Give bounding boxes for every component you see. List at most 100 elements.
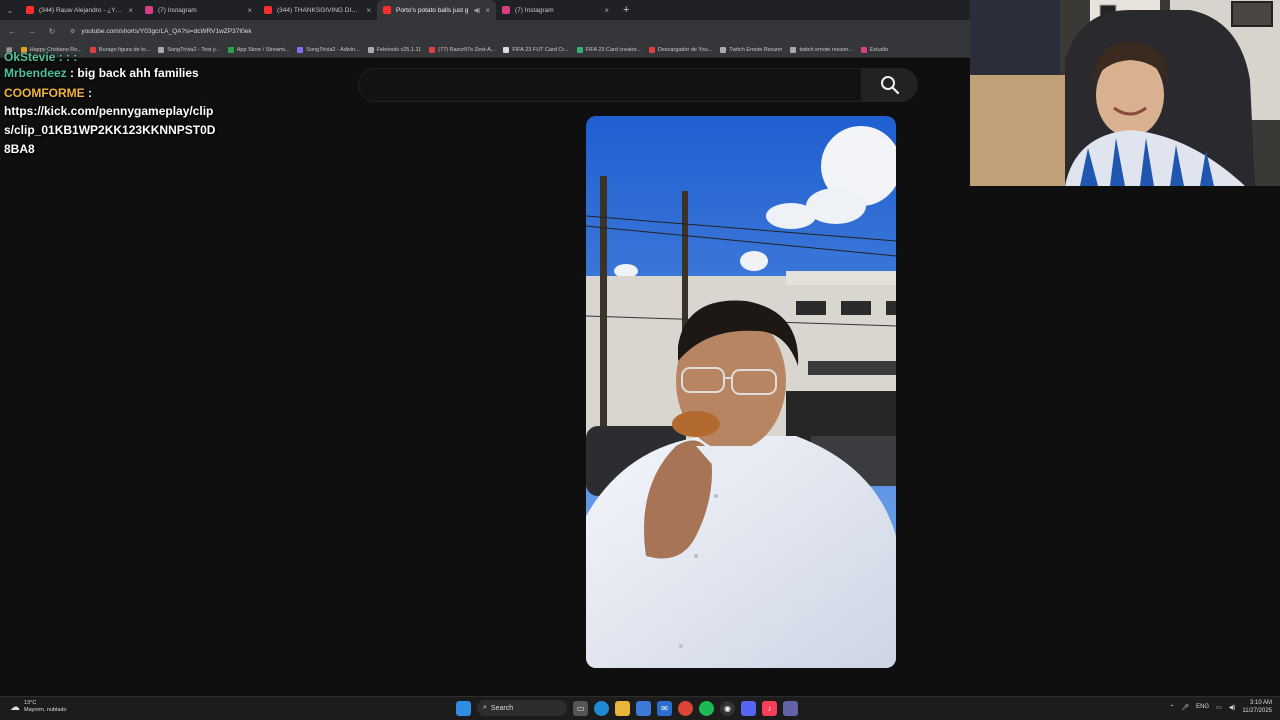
bookmark-favicon-icon bbox=[227, 46, 234, 53]
bookmark-label: Twitch Emote Resizer bbox=[729, 46, 783, 53]
close-tab-icon[interactable]: × bbox=[366, 6, 371, 15]
close-tab-icon[interactable]: × bbox=[485, 6, 490, 15]
language-indicator[interactable]: ENG bbox=[1196, 704, 1209, 710]
chat-username: Mrbendeez bbox=[4, 66, 67, 80]
bookmark-favicon-icon bbox=[297, 46, 304, 53]
browser-tab[interactable]: (7) Instagram × bbox=[139, 0, 258, 20]
bookmark[interactable]: Twitch Emote Resizer bbox=[720, 46, 783, 53]
bookmark[interactable]: App Store / Streami... bbox=[227, 46, 290, 53]
bookmark[interactable]: twitch emote resizer... bbox=[790, 46, 853, 53]
webcam-image bbox=[970, 0, 1280, 186]
tab-title: (7) Instagram bbox=[158, 6, 197, 14]
chat-text: https://kick.com/pennygameplay/clips/cli… bbox=[4, 104, 216, 156]
discord-icon[interactable] bbox=[741, 700, 756, 716]
weather-temp: 13°C bbox=[24, 700, 37, 706]
browser-tab[interactable]: (7) Instagram × bbox=[496, 0, 615, 20]
clock-date: 11/27/2025 bbox=[1242, 708, 1272, 714]
clock[interactable]: 3:10 AM 11/27/2025 bbox=[1242, 699, 1272, 715]
chat-overlay: OkStevie : : : Mrbendeez : big back ahh … bbox=[4, 52, 219, 159]
music-icon[interactable]: ♪ bbox=[762, 700, 777, 716]
microphone-icon[interactable]: 🎤︎ bbox=[1181, 704, 1189, 711]
bookmark[interactable]: FIFA 23 Card creator... bbox=[576, 46, 641, 53]
youtube-favicon-icon bbox=[264, 6, 272, 14]
close-tab-icon[interactable]: × bbox=[604, 6, 609, 15]
browser-tab-active[interactable]: Porto's potato balls just g ◀) × bbox=[377, 0, 496, 20]
spotify-icon[interactable] bbox=[699, 700, 714, 716]
back-icon[interactable]: ← bbox=[6, 27, 18, 36]
bookmark-label: Estudio bbox=[869, 46, 889, 53]
system-tray: ⌃ 🎤︎ ENG ▭ ◀) 3:10 AM 11/27/2025 bbox=[1169, 699, 1272, 715]
forward-icon[interactable]: → bbox=[26, 27, 38, 36]
taskbar-search[interactable]: ⌕ Search bbox=[477, 700, 567, 716]
bookmark[interactable]: Estudio bbox=[860, 46, 889, 53]
close-tab-icon[interactable]: × bbox=[128, 6, 133, 15]
clock-time: 3:10 AM bbox=[1249, 700, 1272, 706]
bookmark-label: App Store / Streami... bbox=[236, 46, 290, 53]
bookmark-label: SongTrivia2 - Adivin... bbox=[306, 46, 360, 53]
close-tab-icon[interactable]: × bbox=[247, 6, 252, 15]
chrome-icon[interactable] bbox=[678, 700, 693, 716]
search-input[interactable] bbox=[358, 68, 861, 102]
windows-start-icon[interactable] bbox=[456, 700, 471, 716]
bookmark-favicon-icon bbox=[720, 46, 727, 53]
search-icon bbox=[880, 76, 899, 95]
chat-message: COOMFORME : https://kick.com/pennygamepl… bbox=[4, 84, 219, 159]
taskbar-search-label: Search bbox=[490, 704, 514, 712]
bookmark-label: (77) Razor97s Zest-A... bbox=[438, 46, 496, 53]
bookmark[interactable]: FIFA 23 FUT Card Cr... bbox=[503, 46, 569, 53]
browser-tab[interactable]: (344) THANKSGIVING DINNER × bbox=[258, 0, 377, 20]
reload-icon[interactable]: ↻ bbox=[46, 27, 58, 36]
obs-icon[interactable]: ◉ bbox=[720, 700, 735, 716]
store-icon[interactable] bbox=[636, 700, 651, 716]
shorts-video-player[interactable] bbox=[586, 116, 896, 668]
chevron-up-icon[interactable]: ⌃ bbox=[1169, 704, 1174, 711]
taskbar: ☁ 13°C Mayorm. nublado ⌕ Search ▭ ✉ ◉ ♪ bbox=[0, 696, 1280, 720]
task-view-icon[interactable]: ▭ bbox=[573, 700, 588, 716]
bookmark-favicon-icon bbox=[860, 46, 867, 53]
bookmark-label: Descargador de You... bbox=[657, 46, 713, 53]
file-explorer-icon[interactable] bbox=[615, 700, 630, 716]
site-info-icon[interactable]: ⚙ bbox=[70, 28, 75, 35]
bookmark-favicon-icon bbox=[648, 46, 655, 53]
edge-icon[interactable] bbox=[594, 700, 609, 716]
search-button[interactable] bbox=[861, 68, 918, 102]
chat-separator: : bbox=[66, 66, 78, 80]
bookmark-favicon-icon bbox=[429, 46, 436, 53]
bookmark-label: FIFA 23 FUT Card Cr... bbox=[512, 46, 569, 53]
browser-tab[interactable]: (344) Rauw Alejandro - ¿Y Eso? × bbox=[20, 0, 139, 20]
webcam-feed bbox=[970, 0, 1280, 186]
instagram-favicon-icon bbox=[145, 6, 153, 14]
tab-title: (7) Instagram bbox=[515, 6, 554, 14]
search-icon: ⌕ bbox=[483, 704, 487, 711]
url-text: youtube.com/shorts/Y03gcrLA_QA?si=dcWRV1… bbox=[81, 27, 252, 35]
bookmark[interactable]: (77) Razor97s Zest-A... bbox=[429, 46, 496, 53]
bookmark[interactable]: Descargador de You... bbox=[648, 46, 713, 53]
youtube-favicon-icon bbox=[26, 6, 34, 14]
weather-desc: Mayorm. nublado bbox=[24, 707, 67, 713]
mail-icon[interactable]: ✉ bbox=[657, 700, 672, 716]
chat-message: Mrbendeez : big back ahh families bbox=[4, 64, 219, 82]
tab-bar: ⌄ (344) Rauw Alejandro - ¿Y Eso? × (7) I… bbox=[0, 0, 970, 20]
screen: ⌄ (344) Rauw Alejandro - ¿Y Eso? × (7) I… bbox=[0, 0, 1280, 720]
volume-icon[interactable]: ◀) bbox=[1229, 704, 1236, 711]
url-field[interactable]: ⚙ youtube.com/shorts/Y03gcrLA_QA?si=dcWR… bbox=[70, 28, 252, 35]
weather-widget[interactable]: ☁ 13°C Mayorm. nublado bbox=[10, 700, 67, 714]
instagram-favicon-icon bbox=[502, 6, 510, 14]
video-frame-image bbox=[586, 116, 896, 668]
bookmark-favicon-icon bbox=[790, 46, 797, 53]
bookmark-label: FIFA 23 Card creator... bbox=[585, 46, 641, 53]
network-icon[interactable]: ▭ bbox=[1216, 704, 1222, 711]
tab-title: (344) THANKSGIVING DINNER bbox=[277, 6, 362, 14]
teams-icon[interactable] bbox=[783, 700, 798, 716]
audio-icon[interactable]: ◀) bbox=[474, 7, 481, 14]
bookmark[interactable]: SongTrivia2 - Adivin... bbox=[297, 46, 360, 53]
search-bar bbox=[358, 68, 918, 102]
bookmark[interactable]: Feletools v25.1.11 bbox=[367, 46, 421, 53]
tab-list-chevron-icon[interactable]: ⌄ bbox=[0, 0, 20, 20]
chat-message-partial: OkStevie : : : bbox=[4, 52, 78, 64]
bookmark-favicon-icon bbox=[503, 46, 510, 53]
bookmark-favicon-icon bbox=[367, 46, 374, 53]
new-tab-icon[interactable]: + bbox=[623, 4, 629, 16]
bookmark-label: twitch emote resizer... bbox=[799, 46, 853, 53]
youtube-favicon-icon bbox=[383, 6, 391, 14]
